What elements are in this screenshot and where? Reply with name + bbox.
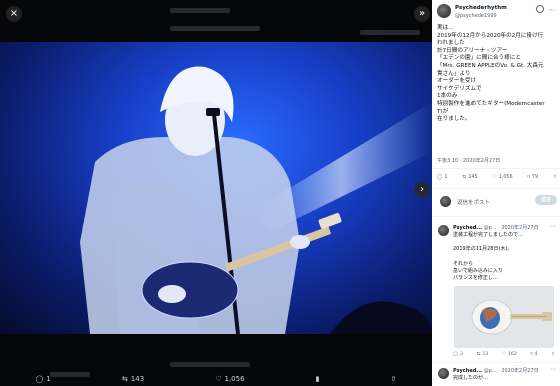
tweet-line: 特別製作を進めてたギター(Moderncaster <box>437 100 545 107</box>
next-image-icon[interactable]: › <box>414 182 430 198</box>
tweet-photo[interactable] <box>0 42 432 334</box>
reply-icon: ◯ <box>453 352 459 357</box>
tweet-timestamp[interactable]: 午後3:10 · 2020年2月27日 <box>437 157 500 164</box>
more-options-icon[interactable]: ⋯ <box>548 6 555 14</box>
tweet-line: 1本のみ <box>437 93 458 100</box>
reply-line: それから <box>453 261 474 267</box>
heart-icon: ♡ <box>215 375 222 383</box>
divider <box>432 168 560 169</box>
tweet-line: オーダーを受け <box>437 78 477 85</box>
tweet-text: 実は… 2019年の12月から2020年の2月に掛け行 われました 計7日間のア… <box>437 25 557 124</box>
tweet-line: われました <box>437 40 465 47</box>
media-viewer: × » › ◯ 1 ⇆ 143 ♡ 1,056 ▮ ⇧ <box>0 0 432 386</box>
viewer-share-button[interactable]: ⇧ <box>391 375 397 383</box>
share-button[interactable]: ⇧ <box>551 352 555 357</box>
reply-line: 2019年の11月28日(木)。 <box>453 246 513 252</box>
reply-submit-button[interactable]: 返信 <box>535 195 557 205</box>
bookmark-icon: ⌑ <box>527 175 530 180</box>
share-icon: ⇧ <box>390 375 397 383</box>
retweet-button[interactable]: ⇆ 13 <box>477 352 489 357</box>
reply-icon: ◯ <box>35 375 44 383</box>
concert-guitarist-image <box>80 66 432 334</box>
tweet-line: 実は… <box>437 25 454 31</box>
viewer-retweet-button[interactable]: ⇆ 143 <box>122 375 144 383</box>
views-icon: ▮ <box>315 375 320 383</box>
tweet-action-bar: ◯ 1 ⇆ 145 ♡ 1,056 ⌑ 79 ⇧ <box>437 175 557 180</box>
viewer-like-button[interactable]: ♡ 1,056 <box>215 375 244 383</box>
more-options-icon[interactable]: ⋯ <box>550 223 556 230</box>
viewer-action-bar: ◯ 1 ⇆ 143 ♡ 1,056 ▮ ⇧ <box>0 372 432 386</box>
like-button[interactable]: ♡ 162 <box>502 352 517 357</box>
heart-icon: ♡ <box>501 352 506 357</box>
viewer-reply-button[interactable]: ◯ 1 <box>36 375 51 383</box>
reply-avatar[interactable] <box>438 368 449 379</box>
tweet-line: 在りました。 <box>437 116 471 123</box>
reply-guitar-image[interactable] <box>454 286 554 348</box>
share-icon: ⇧ <box>552 175 557 180</box>
retweet-button[interactable]: ⇆ 145 <box>462 175 477 180</box>
tweet-detail-panel: Psychederhythm @psychede1999 ⋯ 実は… 2019年… <box>432 0 560 386</box>
retweet-icon: ⇆ <box>476 352 481 357</box>
author-handle[interactable]: @psychede1999 <box>455 13 497 19</box>
tweet-line: 「エデンの園」に間に合う様にと <box>437 55 521 62</box>
heart-icon: ♡ <box>492 175 497 180</box>
divider <box>432 188 560 189</box>
grok-icon[interactable] <box>536 5 544 13</box>
author-name[interactable]: Psychederhythm <box>455 5 507 11</box>
divider <box>432 362 560 363</box>
bookmark-icon: ⌑ <box>530 352 533 357</box>
guitar-photo <box>454 286 554 348</box>
reply-line: 完成したのが… <box>453 375 489 381</box>
reply-avatar[interactable] <box>438 225 449 236</box>
bookmark-button[interactable]: ⌑ 79 <box>527 175 538 180</box>
share-icon: ⇧ <box>551 352 555 357</box>
divider <box>432 216 560 217</box>
reply-tweet[interactable]: Psyched... @p... · 2020年2月27日 ⋯ 完成したのが… <box>432 366 560 386</box>
retweet-icon: ⇆ <box>121 375 128 383</box>
reply-line: バランスを修正し… <box>453 275 498 281</box>
reply-icon: ◯ <box>437 175 443 180</box>
reply-author[interactable]: Psyched... @p... · 2020年2月27日 <box>453 224 539 231</box>
tweet-header: Psychederhythm @psychede1999 ⋯ <box>432 0 560 22</box>
reply-line: 急いで組み込みに入り <box>453 268 503 274</box>
reply-button[interactable]: ◯ 2 <box>453 352 463 357</box>
reply-composer: 返信をポスト 返信 <box>437 194 557 208</box>
tweet-line: T)が <box>437 108 449 115</box>
author-avatar[interactable] <box>437 4 451 18</box>
reply-button[interactable]: ◯ 1 <box>437 175 447 180</box>
reply-line: 塗装工程が完了しましたので… <box>453 232 524 238</box>
like-button[interactable]: ♡ 1,056 <box>492 175 512 180</box>
reply-author[interactable]: Psyched... @p... · 2020年2月27日 <box>453 367 539 374</box>
close-icon[interactable]: × <box>6 6 22 22</box>
reply-action-bar: ◯ 2 ⇆ 13 ♡ 162 ⌑ 4 ⇧ <box>453 352 555 357</box>
expand-panel-icon[interactable]: » <box>414 6 430 22</box>
more-options-icon[interactable]: ⋯ <box>550 366 556 373</box>
tweet-line: 「Mrs. GREEN APPLEのVo. & Gt. 大森元 <box>437 62 544 69</box>
retweet-icon: ⇆ <box>462 175 467 180</box>
reply-input[interactable]: 返信をポスト <box>457 198 490 206</box>
user-avatar <box>440 196 451 207</box>
share-button[interactable]: ⇧ <box>553 175 557 180</box>
viewer-views-button[interactable]: ▮ <box>316 375 320 383</box>
bookmark-button[interactable]: ⌑ 4 <box>530 352 537 357</box>
